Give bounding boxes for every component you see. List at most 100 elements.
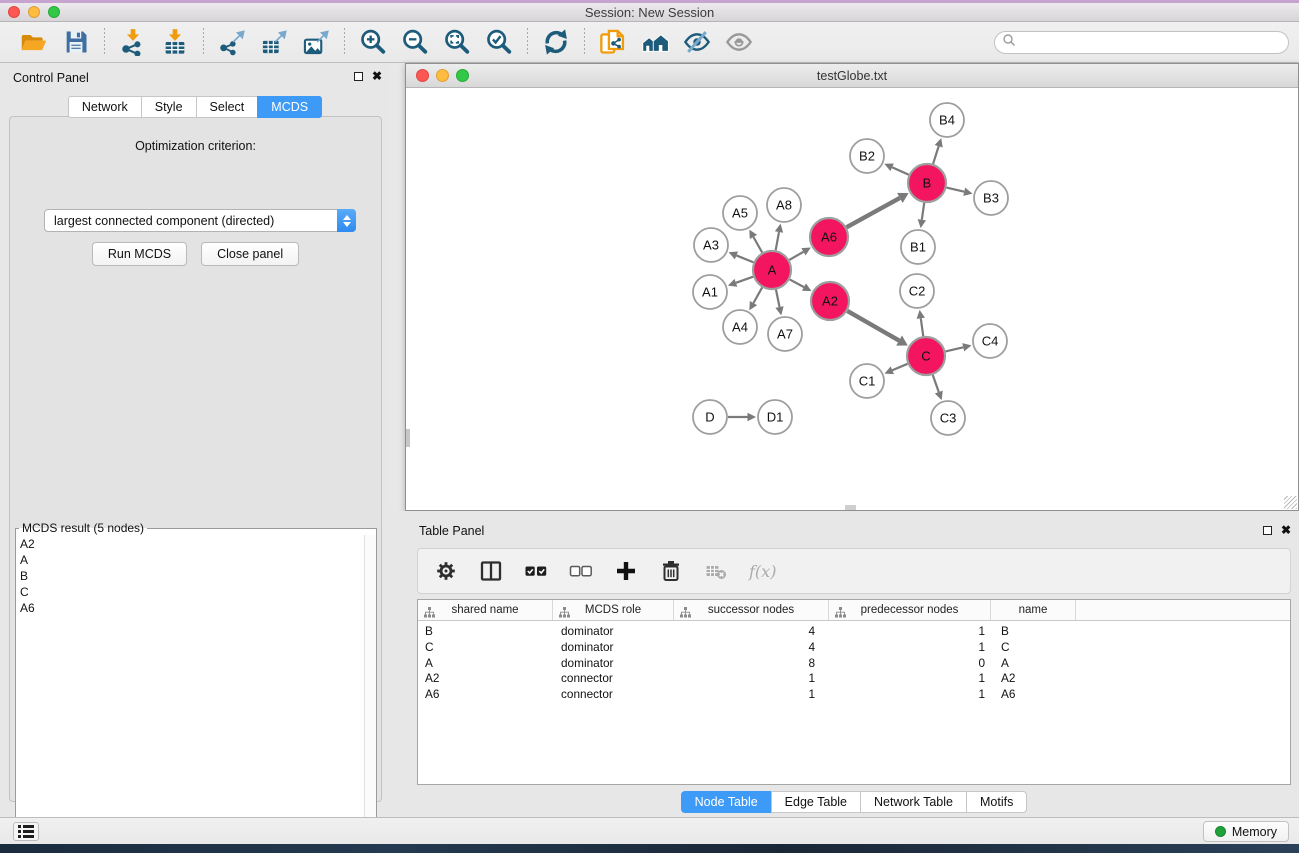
- table-cell[interactable]: C: [418, 640, 553, 656]
- network-minimize-button[interactable]: [436, 69, 449, 82]
- graph-node-A4[interactable]: A4: [723, 310, 757, 344]
- graph-node-C3[interactable]: C3: [931, 401, 965, 435]
- import-table-icon[interactable]: [160, 27, 190, 57]
- table-cell[interactable]: A6: [991, 687, 1076, 703]
- table-cell[interactable]: A: [418, 656, 553, 672]
- hide-details-icon[interactable]: [682, 27, 712, 57]
- zoom-selected-icon[interactable]: [484, 27, 514, 57]
- table-cell[interactable]: connector: [553, 671, 674, 687]
- table-cell[interactable]: 1: [674, 671, 829, 687]
- table-cell[interactable]: A2: [991, 671, 1076, 687]
- table-cell[interactable]: 4: [674, 640, 829, 656]
- table-cell[interactable]: A: [991, 656, 1076, 672]
- table-cell[interactable]: dominator: [553, 640, 674, 656]
- mcds-result-item[interactable]: B: [20, 568, 376, 584]
- graph-node-B2[interactable]: B2: [850, 139, 884, 173]
- table-cell[interactable]: 1: [829, 671, 991, 687]
- graph-edge-C-C1[interactable]: [884, 364, 907, 374]
- table-cell[interactable]: 1: [829, 640, 991, 656]
- table-row[interactable]: Adominator80A: [418, 656, 1290, 672]
- tab-motifs[interactable]: Motifs: [966, 791, 1027, 813]
- tab-network-table[interactable]: Network Table: [860, 791, 966, 813]
- table-cell[interactable]: dominator: [553, 656, 674, 672]
- graph-edge-A-A6[interactable]: [789, 248, 811, 260]
- graph-node-D1[interactable]: D1: [758, 400, 792, 434]
- deselect-all-icon[interactable]: [569, 559, 593, 583]
- graph-node-B[interactable]: B: [908, 164, 946, 202]
- network-zoom-button[interactable]: [456, 69, 469, 82]
- graph-node-A7[interactable]: A7: [768, 317, 802, 351]
- zoom-out-icon[interactable]: [400, 27, 430, 57]
- zoom-in-icon[interactable]: [358, 27, 388, 57]
- graph-node-B3[interactable]: B3: [974, 181, 1008, 215]
- table-cell[interactable]: B: [418, 624, 553, 640]
- tab-network[interactable]: Network: [68, 96, 141, 118]
- table-cell[interactable]: 8: [674, 656, 829, 672]
- column-header-successor-nodes[interactable]: successor nodes: [674, 600, 829, 620]
- graph-edge-C-C4[interactable]: [945, 343, 971, 351]
- search-input[interactable]: [1016, 34, 1288, 52]
- table-cell[interactable]: B: [991, 624, 1076, 640]
- table-row[interactable]: Cdominator41C: [418, 640, 1290, 656]
- run-mcds-button[interactable]: Run MCDS: [92, 242, 187, 266]
- delete-table-icon[interactable]: [704, 559, 728, 583]
- graph-node-A1[interactable]: A1: [693, 275, 727, 309]
- criterion-dropdown[interactable]: largest connected component (directed): [44, 209, 356, 232]
- gear-icon[interactable]: [434, 559, 458, 583]
- tab-node-table[interactable]: Node Table: [681, 791, 771, 813]
- graph-edge-C-C2[interactable]: [917, 310, 925, 336]
- network-canvas[interactable]: AA1A2A3A4A5A6A7A8BB1B2B3B4CC1C2C3C4DD1: [406, 88, 1298, 510]
- mcds-result-item[interactable]: A6: [20, 600, 376, 616]
- graph-edge-A-A3[interactable]: [729, 252, 754, 263]
- tab-select[interactable]: Select: [196, 96, 258, 118]
- table-row[interactable]: Bdominator41B: [418, 624, 1290, 640]
- table-cell[interactable]: 1: [829, 687, 991, 703]
- table-cell[interactable]: 4: [674, 624, 829, 640]
- column-header-MCDS-role[interactable]: MCDS role: [553, 600, 674, 620]
- graph-node-D[interactable]: D: [693, 400, 727, 434]
- column-header-shared-name[interactable]: shared name: [418, 600, 553, 620]
- task-history-button[interactable]: [13, 822, 39, 841]
- network-close-button[interactable]: [416, 69, 429, 82]
- float-table-panel-icon[interactable]: [1263, 526, 1272, 535]
- graph-node-C1[interactable]: C1: [850, 364, 884, 398]
- graph-edge-B-B4[interactable]: [933, 138, 943, 164]
- graph-node-A8[interactable]: A8: [767, 188, 801, 222]
- close-panel-button[interactable]: Close panel: [201, 242, 299, 266]
- resize-handle[interactable]: [1284, 496, 1297, 509]
- graph-node-A[interactable]: A: [753, 251, 791, 289]
- graph-edge-B-B1[interactable]: [918, 203, 926, 228]
- open-session-icon[interactable]: [19, 27, 49, 57]
- mcds-result-item[interactable]: A: [20, 552, 376, 568]
- table-cell[interactable]: C: [991, 640, 1076, 656]
- graph-node-C[interactable]: C: [907, 337, 945, 375]
- table-cell[interactable]: 1: [829, 624, 991, 640]
- column-browser-icon[interactable]: [479, 559, 503, 583]
- graph-edge-A-A1[interactable]: [728, 277, 753, 287]
- float-panel-icon[interactable]: [354, 72, 363, 81]
- table-row[interactable]: A6connector11A6: [418, 687, 1290, 703]
- delete-column-icon[interactable]: [659, 559, 683, 583]
- mcds-result-item[interactable]: C: [20, 584, 376, 600]
- table-cell[interactable]: A6: [418, 687, 553, 703]
- export-table-icon[interactable]: [259, 27, 289, 57]
- graph-node-B4[interactable]: B4: [930, 103, 964, 137]
- graph-node-C4[interactable]: C4: [973, 324, 1007, 358]
- graph-node-A3[interactable]: A3: [694, 228, 728, 262]
- zoom-fit-icon[interactable]: [442, 27, 472, 57]
- close-table-panel-icon[interactable]: ✖: [1281, 524, 1291, 536]
- search-field[interactable]: [994, 31, 1289, 54]
- add-column-icon[interactable]: [614, 559, 638, 583]
- graph-edge-B-B3[interactable]: [946, 188, 972, 196]
- graph-edge-B-B2[interactable]: [884, 163, 908, 174]
- table-cell[interactable]: connector: [553, 687, 674, 703]
- table-cell[interactable]: A2: [418, 671, 553, 687]
- graph-edge-C-C3[interactable]: [933, 375, 943, 400]
- graph-edge-A-A8[interactable]: [775, 224, 783, 251]
- show-details-icon[interactable]: [724, 27, 754, 57]
- graph-edge-A-A2[interactable]: [790, 279, 812, 291]
- tab-style[interactable]: Style: [141, 96, 196, 118]
- mcds-result-item[interactable]: A2: [20, 536, 376, 552]
- table-row[interactable]: A2connector11A2: [418, 671, 1290, 687]
- graph-node-A5[interactable]: A5: [723, 196, 757, 230]
